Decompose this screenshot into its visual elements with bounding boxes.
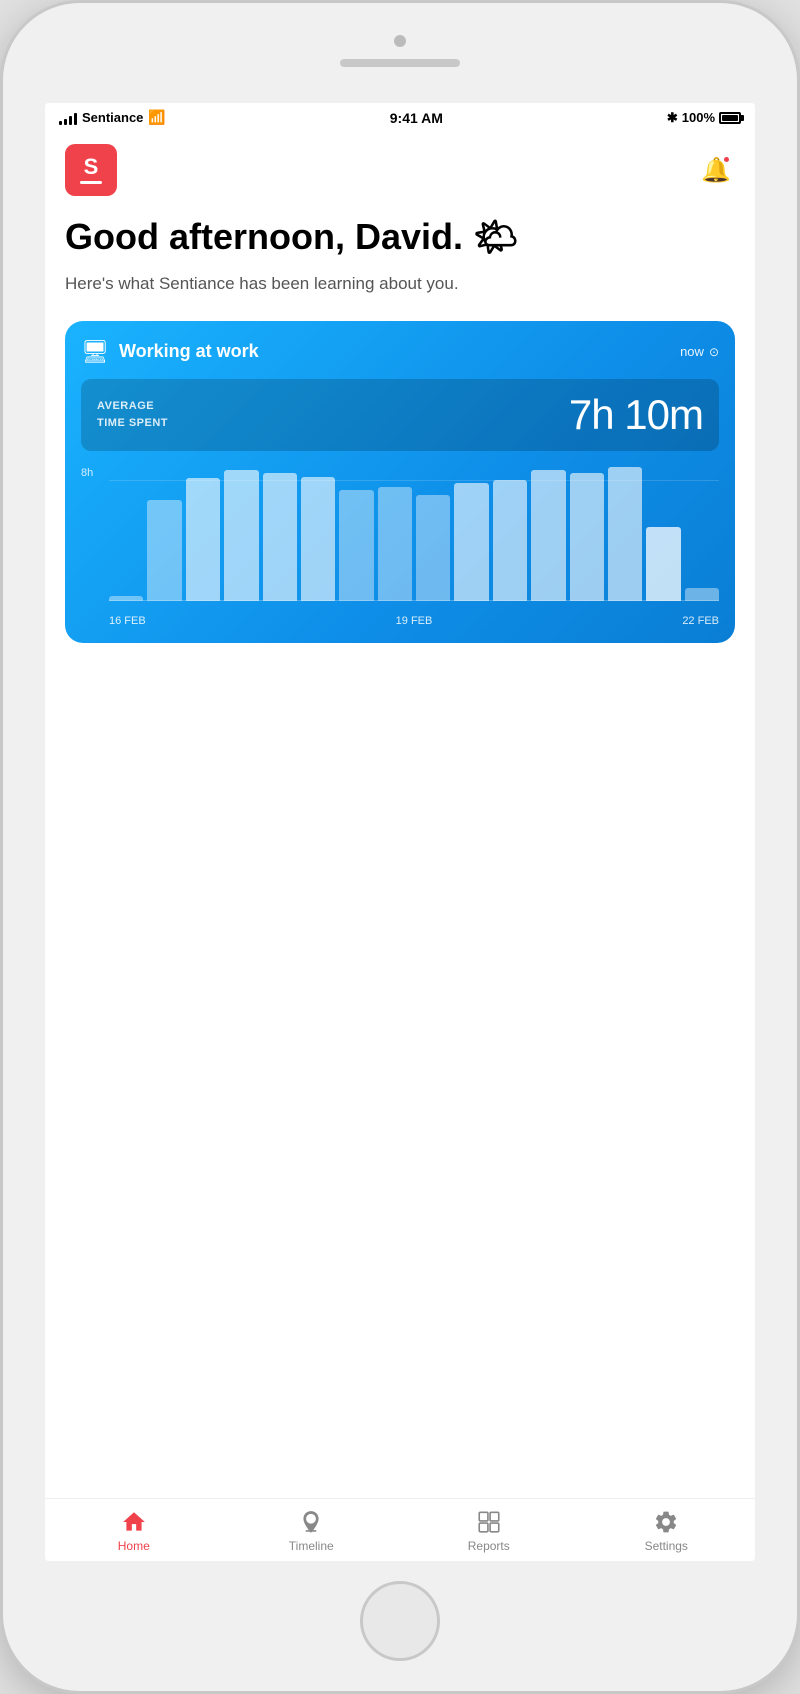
battery-fill bbox=[722, 115, 738, 121]
status-left: Sentiance 📶 bbox=[59, 109, 166, 126]
app-logo[interactable]: S bbox=[65, 144, 117, 196]
tab-settings-label: Settings bbox=[645, 1539, 688, 1553]
chart-bar-0 bbox=[109, 596, 143, 601]
front-camera bbox=[394, 35, 406, 47]
status-now-label: now bbox=[680, 344, 704, 359]
chart-bar-9 bbox=[454, 483, 488, 601]
tab-timeline-label: Timeline bbox=[289, 1539, 334, 1553]
status-right: ✱ 100% bbox=[667, 110, 741, 126]
home-icon bbox=[121, 1509, 147, 1535]
chart-bars bbox=[109, 467, 719, 601]
x-label-2: 19 FEB bbox=[396, 615, 433, 627]
logo-letter: S bbox=[84, 156, 99, 178]
chart-bar-12 bbox=[570, 473, 604, 600]
chart-bar-10 bbox=[493, 480, 527, 601]
chart-x-labels: 16 FEB 19 FEB 22 FEB bbox=[109, 615, 719, 627]
subtitle-text: Here's what Sentiance has been learning … bbox=[65, 271, 735, 297]
activity-card[interactable]: 🖥 Working at work now ⊙ AVERAGE TIME SPE… bbox=[65, 321, 735, 643]
bluetooth-icon: ✱ bbox=[667, 110, 678, 126]
signal-bar-2 bbox=[64, 119, 67, 125]
card-status: now ⊙ bbox=[680, 344, 719, 359]
signal-bar-4 bbox=[74, 113, 77, 125]
logo-underline bbox=[80, 181, 102, 184]
reports-icon bbox=[476, 1509, 502, 1535]
signal-bars bbox=[59, 111, 77, 125]
chart-bar-11 bbox=[531, 470, 565, 601]
tab-bar: Home Timeline Reports bbox=[45, 1498, 755, 1561]
stats-label: AVERAGE TIME SPENT bbox=[97, 398, 168, 431]
home-button[interactable] bbox=[360, 1581, 440, 1661]
card-title: Working at work bbox=[119, 341, 670, 362]
tab-timeline[interactable]: Timeline bbox=[223, 1499, 401, 1561]
chart-bar-4 bbox=[263, 473, 297, 600]
stats-value: 7h 10m bbox=[569, 391, 703, 439]
timeline-icon bbox=[298, 1509, 324, 1535]
notification-badge bbox=[722, 155, 731, 164]
speaker-bar bbox=[340, 59, 460, 67]
chart-bar-5 bbox=[301, 477, 335, 601]
phone-screen: Sentiance 📶 9:41 AM ✱ 100% S 🔔 bbox=[45, 103, 755, 1561]
carrier-label: Sentiance bbox=[82, 110, 143, 125]
battery-icon bbox=[719, 112, 741, 124]
tab-reports-label: Reports bbox=[468, 1539, 510, 1553]
chart-bar-14 bbox=[646, 527, 680, 601]
stats-label-line1: AVERAGE bbox=[97, 400, 154, 412]
activity-chart: 8h 16 FEB 19 FEB 22 FEB bbox=[81, 467, 719, 627]
tab-home-label: Home bbox=[118, 1539, 150, 1553]
chart-bar-3 bbox=[224, 470, 258, 601]
x-label-3: 22 FEB bbox=[682, 615, 719, 627]
chart-bar-7 bbox=[378, 487, 412, 601]
chart-y-max: 8h bbox=[81, 467, 93, 479]
clock: 9:41 AM bbox=[390, 110, 443, 126]
stats-box: AVERAGE TIME SPENT 7h 10m bbox=[81, 379, 719, 451]
x-label-1: 16 FEB bbox=[109, 615, 146, 627]
chart-bar-2 bbox=[186, 478, 220, 601]
chart-bar-1 bbox=[147, 500, 181, 601]
card-activity-icon: 🖥 bbox=[81, 339, 109, 365]
settings-icon bbox=[653, 1509, 679, 1535]
signal-bar-3 bbox=[69, 116, 72, 125]
tab-reports[interactable]: Reports bbox=[400, 1499, 578, 1561]
chart-bar-6 bbox=[339, 490, 373, 601]
app-content: Good afternoon, David. 🌤 Here's what Sen… bbox=[45, 208, 755, 1498]
card-header: 🖥 Working at work now ⊙ bbox=[81, 339, 719, 365]
chart-bar-8 bbox=[416, 495, 450, 601]
greeting-text: Good afternoon, David. 🌤 bbox=[65, 216, 735, 257]
notification-button[interactable]: 🔔 bbox=[697, 151, 735, 189]
app-header: S 🔔 bbox=[45, 132, 755, 208]
live-indicator: ⊙ bbox=[709, 345, 719, 359]
wifi-icon: 📶 bbox=[148, 109, 165, 126]
tab-home[interactable]: Home bbox=[45, 1499, 223, 1561]
status-bar: Sentiance 📶 9:41 AM ✱ 100% bbox=[45, 103, 755, 132]
battery-percent: 100% bbox=[682, 110, 715, 125]
phone-device: Sentiance 📶 9:41 AM ✱ 100% S 🔔 bbox=[0, 0, 800, 1694]
chart-bar-15 bbox=[685, 588, 719, 601]
signal-bar-1 bbox=[59, 121, 62, 125]
stats-label-line2: TIME SPENT bbox=[97, 417, 168, 429]
chart-bar-13 bbox=[608, 467, 642, 601]
tab-settings[interactable]: Settings bbox=[578, 1499, 756, 1561]
